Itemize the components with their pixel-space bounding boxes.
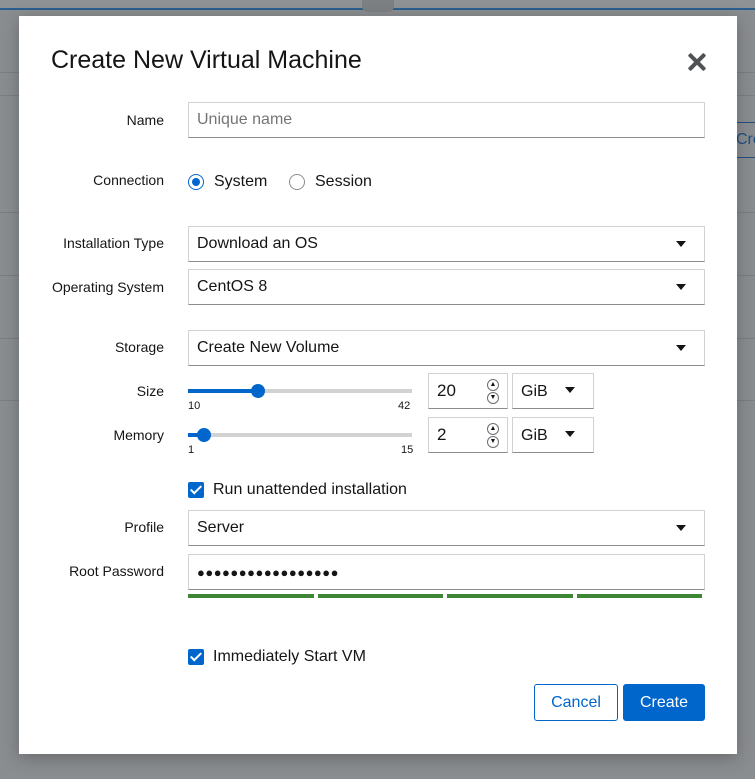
root-password-label: Root Password — [69, 563, 164, 579]
password-strength-meter — [188, 594, 702, 598]
radio-label: System — [214, 173, 268, 190]
decrement-icon[interactable]: ▼ — [487, 392, 499, 404]
select-value: Server — [197, 519, 245, 536]
operating-system-select[interactable]: CentOS 8 — [188, 269, 705, 305]
memory-number-input[interactable]: 2 ▲ ▼ — [428, 417, 508, 453]
size-label: Size — [136, 383, 164, 399]
checkbox-label: Immediately Start VM — [213, 648, 366, 665]
connection-system-radio[interactable]: System — [188, 173, 267, 191]
installation-type-label: Installation Type — [63, 235, 164, 251]
select-value: CentOS 8 — [197, 278, 268, 295]
radio-label: Session — [315, 173, 372, 190]
strength-segment — [317, 594, 443, 598]
caret-down-icon — [565, 387, 575, 393]
caret-down-icon — [676, 345, 686, 351]
profile-select[interactable]: Server — [188, 510, 705, 546]
caret-down-icon — [676, 525, 686, 531]
memory-slider[interactable] — [188, 428, 412, 442]
caret-down-icon — [565, 431, 575, 437]
root-password-input[interactable]: ●●●●●●●●●●●●●●●●● — [188, 554, 705, 590]
size-min-label: 10 — [188, 400, 201, 412]
radio-unselected-icon — [289, 174, 305, 190]
background-handle — [362, 0, 394, 12]
size-number-input[interactable]: 20 ▲ ▼ — [428, 373, 508, 409]
installation-type-select[interactable]: Download an OS — [188, 226, 705, 262]
password-value: ●●●●●●●●●●●●●●●●● — [197, 564, 339, 580]
size-max-label: 42 — [398, 400, 411, 412]
increment-icon[interactable]: ▲ — [487, 423, 499, 435]
connection-label: Connection — [93, 172, 164, 188]
storage-label: Storage — [114, 339, 164, 355]
number-value: 20 — [437, 381, 456, 400]
name-label: Name — [126, 112, 164, 128]
slider-fill — [188, 389, 258, 393]
caret-down-icon — [676, 284, 686, 290]
dialog-title: Create New Virtual Machine — [51, 46, 362, 74]
slider-thumb[interactable] — [196, 428, 211, 442]
operating-system-label: Operating System — [51, 279, 164, 295]
memory-label: Memory — [113, 427, 164, 443]
strength-segment — [576, 594, 702, 598]
checkbox-checked-icon — [188, 649, 204, 665]
unattended-checkbox[interactable]: Run unattended installation — [188, 481, 407, 499]
checkbox-label: Run unattended installation — [213, 481, 407, 498]
decrement-icon[interactable]: ▼ — [487, 436, 499, 448]
radio-selected-icon — [188, 174, 204, 190]
number-value: 2 — [437, 425, 447, 444]
slider-thumb[interactable] — [251, 384, 265, 398]
size-slider[interactable] — [188, 384, 412, 398]
profile-label: Profile — [124, 519, 164, 535]
increment-icon[interactable]: ▲ — [487, 379, 499, 391]
select-value: Download an OS — [197, 235, 318, 252]
close-icon[interactable] — [684, 49, 710, 75]
caret-down-icon — [676, 241, 686, 247]
name-input[interactable] — [188, 102, 705, 138]
memory-unit-select[interactable]: GiB — [512, 417, 594, 453]
size-unit-select[interactable]: GiB — [512, 373, 594, 409]
storage-select[interactable]: Create New Volume — [188, 330, 705, 366]
strength-segment — [447, 594, 573, 598]
strength-segment — [188, 594, 314, 598]
cancel-button[interactable]: Cancel — [534, 684, 618, 721]
memory-min-label: 1 — [188, 444, 195, 456]
checkbox-checked-icon — [188, 482, 204, 498]
create-button[interactable]: Create — [623, 684, 705, 721]
create-vm-dialog: Create New Virtual Machine Name Connecti… — [19, 16, 737, 754]
unit-value: GiB — [521, 383, 548, 400]
start-vm-checkbox[interactable]: Immediately Start VM — [188, 648, 366, 666]
connection-session-radio[interactable]: Session — [289, 173, 372, 191]
memory-max-label: 15 — [401, 444, 414, 456]
unit-value: GiB — [521, 427, 548, 444]
select-value: Create New Volume — [197, 339, 340, 356]
